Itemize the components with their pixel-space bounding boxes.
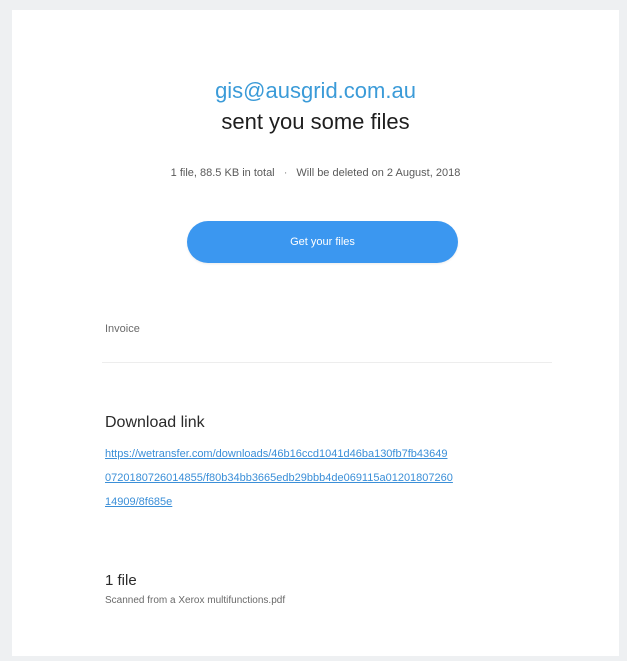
transfer-meta: 1 file, 88.5 KB in total · Will be delet… — [12, 167, 619, 179]
meta-separator: · — [283, 167, 288, 179]
file-item: Scanned from a Xerox multifunctions.pdf — [105, 595, 286, 606]
email-viewport: gis@ausgrid.com.au sent you some files 1… — [0, 0, 627, 661]
expiry-notice: Will be deleted on 2 August, 2018 — [296, 167, 461, 179]
transfer-summary: 1 file, 88.5 KB in total — [170, 167, 275, 179]
download-link[interactable]: https://wetransfer.com/downloads/46b16cc… — [105, 442, 560, 514]
sender-email[interactable]: gis@ausgrid.com.au — [12, 78, 619, 104]
files-count: 1 file — [105, 572, 137, 589]
download-link-line[interactable]: 0720180726014855/f80b34bb3665edb29bbb4de… — [105, 466, 560, 490]
download-link-line[interactable]: https://wetransfer.com/downloads/46b16cc… — [105, 442, 560, 466]
divider — [102, 362, 552, 363]
message-text: Invoice — [105, 323, 140, 335]
email-card: gis@ausgrid.com.au sent you some files 1… — [12, 10, 619, 656]
download-link-line[interactable]: 14909/8f685e — [105, 490, 560, 514]
download-link-title: Download link — [105, 414, 205, 431]
get-files-button[interactable]: Get your files — [187, 221, 458, 263]
headline: sent you some files — [221, 109, 410, 134]
